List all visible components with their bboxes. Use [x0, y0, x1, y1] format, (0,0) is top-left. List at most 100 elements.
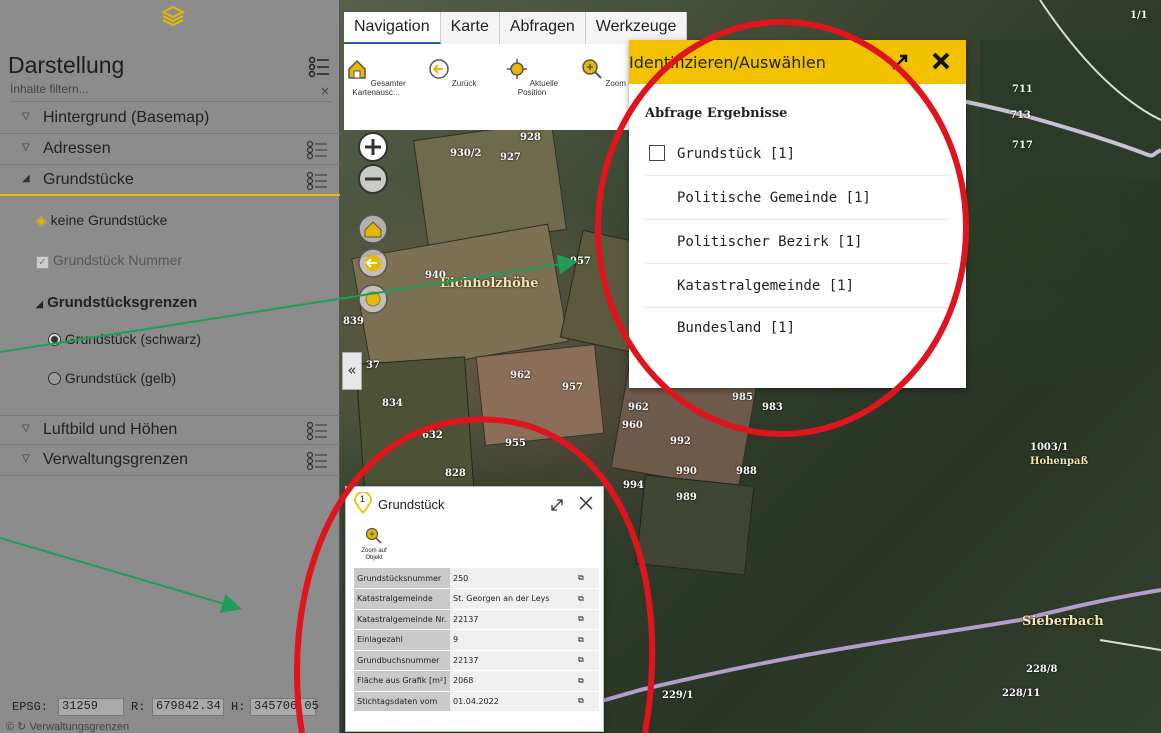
sidebar-title: Darstellung: [8, 52, 125, 78]
tab-navigation[interactable]: Navigation: [344, 12, 441, 44]
table-row: Grundstücksnummer 250 ⧉: [354, 568, 599, 589]
radio-grundstueck-schwarz[interactable]: Grundstück (schwarz): [48, 331, 201, 347]
identify-panel-header: Identifizieren/Auswählen: [629, 40, 966, 84]
expand-icon[interactable]: [890, 52, 910, 72]
layers-icon[interactable]: [160, 4, 186, 30]
radio-selected-icon: [48, 333, 61, 346]
map-parcel-label: 228/8: [1026, 664, 1058, 675]
epsg-label: EPSG:: [12, 700, 49, 714]
footer-text: Verwaltungsgrenzen: [29, 721, 130, 733]
sublayer-group-grenzen[interactable]: ◢ Grundstücksgrenzen: [36, 294, 197, 311]
map-parcel-label: 957: [570, 256, 591, 267]
sublayer-label: Grundstück Nummer: [52, 252, 183, 268]
result-label: Politischer Bezirk [1]: [677, 234, 863, 250]
layer-filter-input[interactable]: Inhalte filtern...: [10, 82, 332, 102]
zoom-label: Zoom auf Objekt: [361, 548, 387, 561]
attr-value: 22137: [450, 609, 575, 630]
expand-icon[interactable]: [549, 497, 565, 513]
attr-value: 22137: [450, 650, 575, 671]
table-row: Einlagezahl 9 ⧉: [354, 629, 599, 651]
map-parcel-label: 713: [1010, 110, 1031, 121]
tab-abfragen[interactable]: Abfragen: [499, 12, 586, 44]
layer-group-luftbild[interactable]: ▽ Luftbild und Höhen: [0, 415, 340, 445]
expanded-arrow-icon: ◢: [22, 173, 30, 184]
collapse-sidebar-button[interactable]: «: [342, 352, 362, 390]
layer-group-label: Adressen: [43, 140, 111, 157]
list-options-icon[interactable]: [306, 451, 328, 471]
map-parcel-label: 930/2: [450, 148, 482, 159]
checkbox[interactable]: [649, 145, 665, 161]
sublayer-label: Grundstück (gelb): [64, 370, 177, 386]
close-icon[interactable]: [930, 50, 952, 72]
copy-icon[interactable]: ⧉: [575, 670, 599, 692]
result-item-gemeinde[interactable]: Politische Gemeinde [1]: [645, 176, 949, 220]
sublayer-keine[interactable]: ◈ keine Grundstücke: [36, 212, 167, 229]
result-item-bundesland[interactable]: Bundesland [1]: [645, 306, 949, 350]
map-parcel-label: 990: [676, 466, 697, 477]
zoom-to-object-button[interactable]: Zoom auf Objekt: [354, 527, 394, 562]
attr-key: Grundstücksnummer: [354, 568, 450, 589]
sublayer-label: Grundstücksgrenzen: [47, 294, 198, 311]
tool-label: Aktuelle Position: [517, 79, 559, 97]
minus-icon: [358, 164, 388, 194]
copy-icon[interactable]: ⧉: [575, 609, 599, 630]
zoom-in-icon: [365, 527, 382, 544]
map-parcel-label: 828: [445, 468, 466, 479]
layer-group-verwaltungsgrenzen[interactable]: ▽ Verwaltungsgrenzen: [0, 446, 340, 476]
sublayer-label: keine Grundstücke: [50, 212, 168, 228]
table-row: Fläche aus Grafik [m²] 2068 ⧉: [354, 670, 599, 692]
list-options-icon[interactable]: [306, 171, 328, 191]
current-position-button[interactable]: Aktuelle Position: [502, 58, 562, 97]
map-place-label: Eichholzhöhe: [440, 276, 539, 291]
copy-icon[interactable]: ⧉: [575, 629, 599, 651]
map-parcel-label: 992: [670, 436, 691, 447]
copy-icon[interactable]: ⧉: [575, 588, 599, 610]
home-icon: [358, 214, 388, 244]
attr-key: Grundbuchsnummer: [354, 650, 450, 671]
zoom-in-map-button[interactable]: [356, 130, 390, 164]
footer-status: © ↻ Verwaltungsgrenzen: [6, 720, 129, 733]
refresh-icon[interactable]: ↻: [17, 721, 26, 733]
close-icon[interactable]: [577, 494, 595, 512]
tool-label: Zurück: [451, 79, 477, 88]
zoom-out-map-button[interactable]: [356, 162, 390, 196]
sublayer-nummer[interactable]: ✓ Grundstück Nummer: [36, 252, 182, 269]
result-label: Katastralgemeinde [1]: [677, 278, 855, 294]
full-extent-button[interactable]: Gesamter Kartenausc...: [346, 58, 406, 97]
back-map-button[interactable]: [356, 246, 390, 280]
map-parcel-label: 957: [562, 382, 583, 393]
position-map-button[interactable]: [356, 282, 390, 316]
collapsed-arrow-icon: ▽: [22, 453, 30, 464]
map-parcel-label: 1003/1: [1030, 442, 1069, 453]
result-item-bezirk[interactable]: Politischer Bezirk [1]: [645, 220, 949, 264]
layer-group-grundstuecke[interactable]: ◢ Grundstücke: [0, 166, 340, 196]
layer-group-adressen[interactable]: ▽ Adressen: [0, 135, 340, 165]
list-options-icon[interactable]: [306, 421, 328, 441]
layer-group-label: Grundstücke: [43, 171, 134, 188]
list-options-icon[interactable]: [308, 56, 330, 78]
copy-icon[interactable]: ⧉: [575, 568, 599, 589]
map-parcel-label: 985: [732, 392, 753, 403]
zoom-in-icon: [582, 59, 602, 79]
map-parcel-label: 955: [505, 438, 526, 449]
home-map-button[interactable]: [356, 212, 390, 246]
home-icon: [348, 59, 367, 79]
copy-icon[interactable]: ⧉: [575, 650, 599, 671]
radio-grundstueck-gelb[interactable]: Grundstück (gelb): [48, 370, 176, 386]
map-parcel-label: 983: [762, 402, 783, 413]
expanded-arrow-icon: ◢: [36, 299, 43, 309]
copy-icon[interactable]: ⧉: [575, 691, 599, 712]
result-item-grundstueck[interactable]: Grundstück [1]: [645, 132, 949, 176]
tab-karte[interactable]: Karte: [440, 12, 500, 44]
copyright-icon: ©: [6, 721, 15, 733]
back-button[interactable]: Zurück: [422, 58, 482, 88]
result-item-katastralgemeinde[interactable]: Katastralgemeinde [1]: [645, 264, 949, 308]
epsg-input[interactable]: 31259: [58, 698, 124, 716]
attr-value: 01.04.2022: [450, 691, 575, 712]
layer-group-hintergrund[interactable]: ▽ Hintergrund (Basemap): [0, 104, 340, 134]
tool-label: Gesamter Kartenausc...: [352, 79, 406, 97]
plus-icon: [358, 132, 388, 162]
list-options-icon[interactable]: [306, 140, 328, 160]
attr-value: St. Georgen an der Leys: [450, 588, 575, 610]
filter-clear-button[interactable]: ×: [320, 84, 333, 98]
